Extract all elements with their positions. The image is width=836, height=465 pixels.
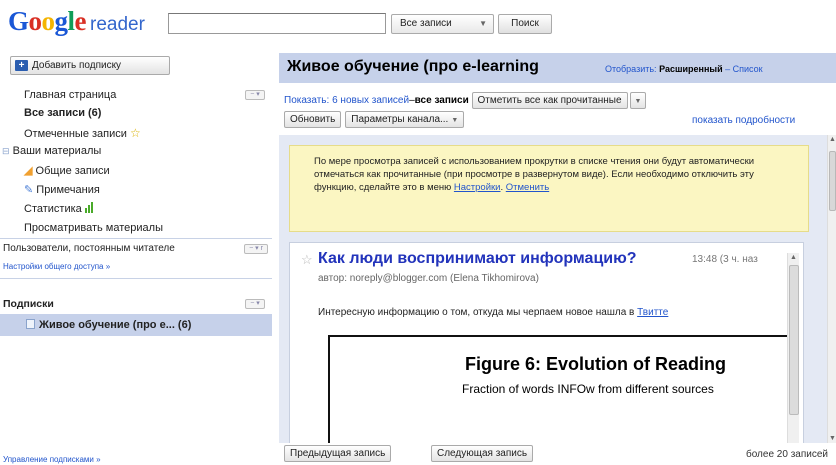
nav-your-stuff[interactable]: ⊟ Ваши материалы xyxy=(2,145,101,157)
previous-item-button[interactable]: Предыдущая запись xyxy=(284,445,392,462)
nav-notes[interactable]: ✎ Примечания xyxy=(24,183,100,196)
notes-icon: ✎ xyxy=(24,184,34,196)
chevron-down-icon: ▼ xyxy=(634,98,642,105)
items-count: более 20 записей xyxy=(745,449,828,460)
display-label: Отобразить: xyxy=(605,64,657,74)
bar-chart-icon xyxy=(84,202,94,216)
entry-link[interactable]: Твитте xyxy=(637,307,668,318)
show-new-items-link[interactable]: 6 новых записей xyxy=(332,95,409,106)
google-reader-logo[interactable]: Google reader xyxy=(8,6,145,36)
people-toggle-icon[interactable]: − ▾ r xyxy=(244,244,268,254)
star-icon: ☆ xyxy=(129,126,141,140)
feed-icon xyxy=(26,319,35,329)
nav-your-stuff-label: Ваши материалы xyxy=(12,145,102,157)
feed-header: Живое обучение (про e-learning Отобразит… xyxy=(279,53,836,83)
left-nav: + Добавить подписку Главная страница − ▾… xyxy=(0,48,278,465)
view-toolbar: Показать: 6 новых записей – все записи О… xyxy=(284,92,647,109)
next-item-button[interactable]: Следующая запись xyxy=(431,445,534,462)
feed-settings-label: Параметры канала... xyxy=(351,114,449,125)
show-details-link[interactable]: показать подробности xyxy=(692,115,795,126)
nav-starred[interactable]: Отмеченные записи ☆ xyxy=(24,126,141,140)
plus-icon: + xyxy=(15,60,28,71)
mark-all-read-label: Отметить все как прочитанные xyxy=(477,95,622,106)
feed-title[interactable]: Живое обучение (про e-learning xyxy=(287,58,539,76)
subscription-item: Живое обучение (про e... (6) xyxy=(26,319,191,331)
subscription-item-label: Живое обучение (про e... (6) xyxy=(39,319,192,331)
add-subscription-label: Добавить подписку xyxy=(32,60,122,71)
figure-title: Figure 6: Evolution of Reading xyxy=(465,354,726,374)
search-input[interactable] xyxy=(168,13,386,34)
collapse-minus-icon: ⊟ xyxy=(2,146,10,156)
mark-all-read-button[interactable]: Отметить все как прочитанные xyxy=(471,92,628,109)
reader-wordmark: reader xyxy=(90,14,145,35)
nav-home[interactable]: Главная страница xyxy=(24,89,116,101)
nav-notes-label: Примечания xyxy=(36,184,100,196)
collapse-toggle-icon[interactable]: − ▾ xyxy=(245,90,265,100)
nav-subscriptions-header[interactable]: Подписки xyxy=(3,298,54,310)
display-expanded[interactable]: Расширенный xyxy=(659,64,723,74)
divider xyxy=(0,278,272,279)
auto-mark-read-notice: По мере просмотра записей с использовани… xyxy=(289,145,809,232)
nav-shared-label: Общие записи xyxy=(35,165,110,177)
feed-settings-button[interactable]: Параметры канала... ▼ xyxy=(345,111,465,128)
settings-link[interactable]: Настройки xyxy=(454,182,501,193)
search-scope-select[interactable]: Все записи ▼ xyxy=(391,14,494,34)
entry-body: Интересную информацию о том, откуда мы ч… xyxy=(318,307,635,318)
nav-browse[interactable]: Просматривать материалы xyxy=(24,222,163,234)
refresh-button[interactable]: Обновить xyxy=(284,111,342,128)
sharing-settings-link[interactable]: Настройки общего доступа » xyxy=(3,262,110,271)
search-button[interactable]: Поиск xyxy=(498,14,552,34)
chevron-down-icon: ▼ xyxy=(479,19,487,28)
figure-subtitle: Fraction of words INFOw from different s… xyxy=(462,382,714,396)
undo-link[interactable]: Отменить xyxy=(506,182,549,193)
google-wordmark: Google xyxy=(8,6,87,36)
entry-body-text: Интересную информацию о том, откуда мы ч… xyxy=(318,307,786,318)
scroll-thumb[interactable] xyxy=(789,265,799,415)
entry-title[interactable]: Как люди воспринимают информацию? xyxy=(318,250,637,268)
manage-subscriptions-link[interactable]: Управление подписками » xyxy=(3,455,101,464)
scroll-up-icon[interactable]: ▲ xyxy=(790,254,797,261)
scroll-thumb[interactable] xyxy=(829,151,836,211)
entries-pane[interactable]: По мере просмотра записей с использовани… xyxy=(279,135,827,443)
feed-toolbar: Обновить Параметры канала... ▼ xyxy=(284,111,465,128)
subscriptions-toggle-icon[interactable]: − ▾ xyxy=(245,299,265,309)
add-subscription-button[interactable]: + Добавить подписку xyxy=(10,56,170,75)
entry-author: автор: noreply@blogger.com (Elena Tikhom… xyxy=(318,273,539,284)
nav-starred-label: Отмеченные записи xyxy=(24,128,127,140)
display-list-link[interactable]: Список xyxy=(733,64,763,74)
top-bar: Google reader Все записи ▼ Поиск xyxy=(0,0,836,48)
display-separator: – xyxy=(722,64,733,74)
scroll-down-icon[interactable]: ▼ xyxy=(829,435,836,442)
search-scope-value: Все записи xyxy=(400,18,452,29)
entry-time: 13:48 (3 ч. наз xyxy=(692,254,758,265)
divider xyxy=(0,238,272,239)
nav-trends[interactable]: Статистика xyxy=(24,202,94,216)
entry-figure: Figure 6: Evolution of Reading Fraction … xyxy=(328,335,798,443)
show-all-items[interactable]: все записи xyxy=(415,95,469,106)
nav-shared-items[interactable]: ◢ Общие записи xyxy=(24,164,110,177)
mark-read-dropdown[interactable]: ▼ xyxy=(629,92,647,109)
subscription-item-selected[interactable]: Живое обучение (про e... (6) xyxy=(0,314,272,336)
nav-trends-label: Статистика xyxy=(24,203,82,215)
entries-footer: Предыдущая запись Следующая запись более… xyxy=(279,443,836,465)
shared-rss-icon: ◢ xyxy=(24,165,33,177)
entry-scrollbar[interactable]: ▲ xyxy=(787,253,799,443)
show-label: Показать: xyxy=(284,95,330,106)
nav-people-you-follow[interactable]: Пользователи, постоянным читателе xyxy=(3,243,243,254)
nav-all-items[interactable]: Все записи (6) xyxy=(24,107,101,119)
star-icon[interactable]: ☆ xyxy=(301,252,313,268)
scroll-up-icon[interactable]: ▲ xyxy=(829,136,836,143)
entry-card[interactable]: ☆ Как люди воспринимают информацию? 13:4… xyxy=(289,242,804,443)
main-scrollbar[interactable]: ▲ ▼ xyxy=(827,135,836,443)
chevron-down-icon: ▼ xyxy=(451,117,459,124)
display-options: Отобразить: Расширенный – Список xyxy=(605,64,763,74)
